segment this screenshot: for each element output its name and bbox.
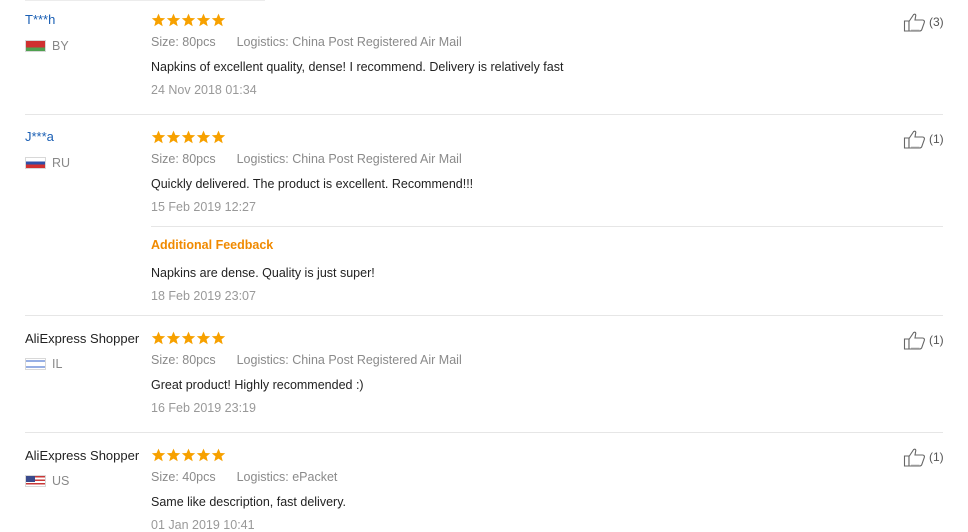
review-text: Great product! Highly recommended :) (151, 378, 364, 392)
logistics-value: ePacket (292, 470, 338, 484)
star-icon (196, 331, 211, 345)
logistics-label: Logistics: (236, 470, 289, 484)
reviewer-name[interactable]: T***h (25, 12, 55, 27)
star-rating (151, 13, 226, 27)
order-info: Size: 80pcs Logistics: China Post Regist… (151, 152, 462, 166)
order-info: Size: 40pcs Logistics: ePacket (151, 470, 337, 484)
logistics-label: Logistics: (236, 35, 289, 49)
star-icon (151, 130, 166, 144)
star-icon (166, 130, 181, 144)
star-icon (196, 13, 211, 27)
reviewer-country: IL (25, 357, 62, 371)
review-divider (25, 114, 943, 115)
star-icon (181, 448, 196, 462)
country-code: RU (52, 156, 71, 170)
thumbs-up-icon (903, 330, 929, 350)
review-text: Quickly delivered. The product is excell… (151, 177, 474, 191)
helpful-button[interactable]: (3) (903, 12, 944, 32)
country-code: BY (52, 39, 69, 53)
size-label: Size: (151, 470, 179, 484)
usa-flag-icon (25, 475, 46, 487)
additional-feedback-label: Additional Feedback (151, 238, 274, 252)
review-date: 01 Jan 2019 10:41 (151, 518, 255, 532)
star-icon (181, 13, 196, 27)
reviewer-country: BY (25, 39, 69, 53)
order-info: Size: 80pcs Logistics: China Post Regist… (151, 35, 462, 49)
thumbs-up-icon (903, 12, 929, 32)
logistics-value: China Post Registered Air Mail (292, 35, 462, 49)
size-label: Size: (151, 152, 179, 166)
helpful-count: (1) (929, 333, 944, 347)
reviewer-name[interactable]: J***a (25, 129, 54, 144)
russia-flag-icon (25, 157, 46, 169)
israel-flag-icon (25, 358, 46, 370)
additional-feedback-date: 18 Feb 2019 23:07 (151, 289, 256, 303)
logistics-value: China Post Registered Air Mail (292, 152, 462, 166)
reviewer-country: US (25, 474, 69, 488)
logistics-label: Logistics: (236, 353, 289, 367)
order-info: Size: 80pcs Logistics: China Post Regist… (151, 353, 462, 367)
star-icon (166, 331, 181, 345)
review-text: Same like description, fast delivery. (151, 495, 346, 509)
reviewer-name: AliExpress Shopper (25, 448, 140, 463)
helpful-count: (1) (929, 132, 944, 146)
star-icon (151, 448, 166, 462)
review-date: 24 Nov 2018 01:34 (151, 83, 257, 97)
star-icon (151, 331, 166, 345)
size-label: Size: (151, 353, 179, 367)
size-value: 80pcs (182, 35, 216, 49)
star-icon (211, 130, 226, 144)
review-date: 16 Feb 2019 23:19 (151, 401, 256, 415)
star-icon (166, 448, 181, 462)
additional-divider (151, 226, 943, 227)
star-rating (151, 130, 226, 144)
review-text: Napkins of excellent quality, dense! I r… (151, 60, 564, 74)
star-icon (196, 448, 211, 462)
reviewer-country: RU (25, 156, 70, 170)
star-icon (211, 13, 226, 27)
logistics-label: Logistics: (236, 152, 289, 166)
star-rating (151, 331, 226, 345)
review-date: 15 Feb 2019 12:27 (151, 200, 256, 214)
top-divider (25, 0, 265, 1)
star-icon (211, 331, 226, 345)
thumbs-up-icon (903, 129, 929, 149)
star-icon (181, 331, 196, 345)
star-rating (151, 448, 226, 462)
size-value: 80pcs (182, 353, 216, 367)
helpful-button[interactable]: (1) (903, 447, 944, 467)
additional-feedback-text: Napkins are dense. Quality is just super… (151, 266, 375, 280)
helpful-button[interactable]: (1) (903, 129, 944, 149)
star-icon (151, 13, 166, 27)
belarus-flag-icon (25, 40, 46, 52)
helpful-count: (3) (929, 15, 944, 29)
star-icon (181, 130, 196, 144)
country-code: US (52, 474, 70, 488)
thumbs-up-icon (903, 447, 929, 467)
logistics-value: China Post Registered Air Mail (292, 353, 462, 367)
review-divider (25, 432, 943, 433)
size-label: Size: (151, 35, 179, 49)
country-code: IL (52, 357, 63, 371)
star-icon (196, 130, 211, 144)
star-icon (166, 13, 181, 27)
star-icon (211, 448, 226, 462)
size-value: 40pcs (182, 470, 216, 484)
helpful-count: (1) (929, 450, 944, 464)
review-divider (25, 315, 943, 316)
reviewer-name: AliExpress Shopper (25, 331, 140, 346)
helpful-button[interactable]: (1) (903, 330, 944, 350)
size-value: 80pcs (182, 152, 216, 166)
